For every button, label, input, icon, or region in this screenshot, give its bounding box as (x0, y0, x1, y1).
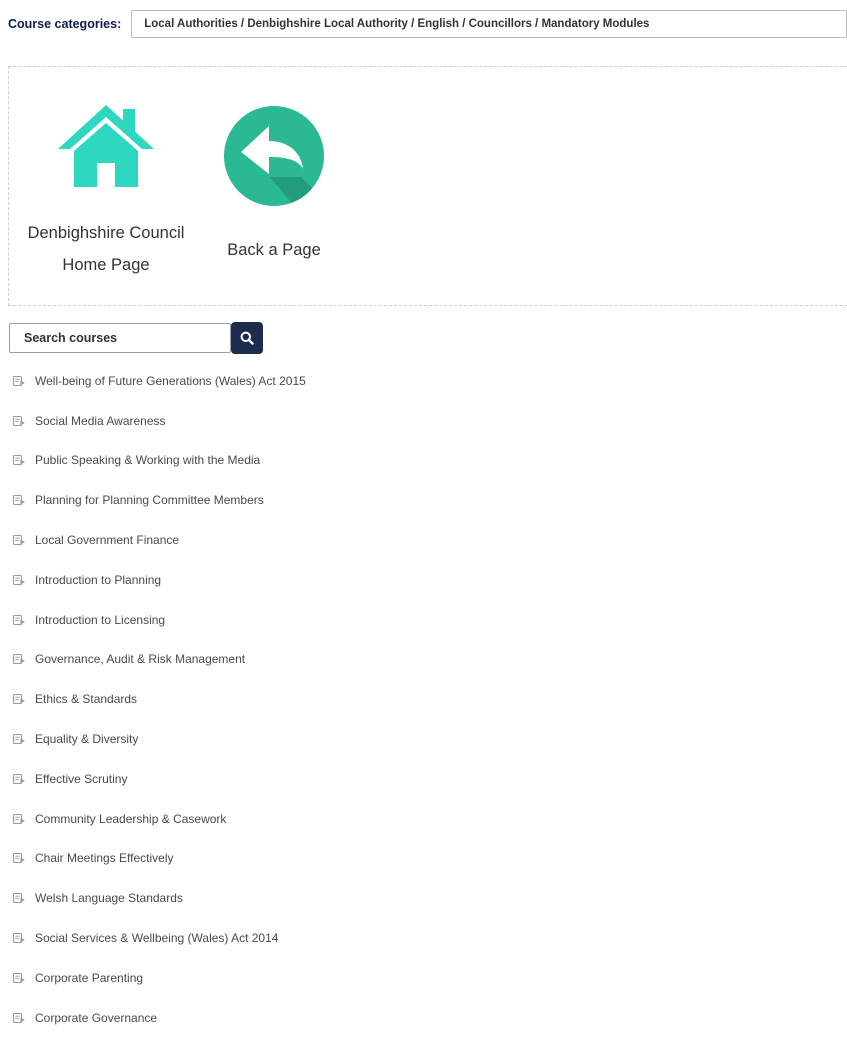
list-item: Effective Scrutiny (12, 759, 306, 799)
course-icon (12, 851, 26, 865)
course-icon (12, 533, 26, 547)
back-page-tile-label: Back a Page (214, 234, 334, 266)
course-category-bar: Course categories: Local Authorities / D… (8, 10, 847, 38)
list-item: Social Services & Wellbeing (Wales) Act … (12, 918, 306, 958)
course-icon (12, 772, 26, 786)
course-category-select[interactable]: Local Authorities / Denbighshire Local A… (131, 10, 847, 38)
list-item: Equality & Diversity (12, 719, 306, 759)
search-courses-input[interactable] (9, 323, 231, 353)
back-arrow-icon (224, 106, 324, 206)
home-page-tile-label: Denbighshire Council Home Page (11, 217, 201, 281)
search-button[interactable] (231, 322, 263, 354)
list-item: Introduction to Planning (12, 560, 306, 600)
course-icon (12, 573, 26, 587)
list-item: Well-being of Future Generations (Wales)… (12, 361, 306, 401)
course-link[interactable]: Effective Scrutiny (35, 772, 127, 786)
course-link[interactable]: Governance, Audit & Risk Management (35, 652, 245, 666)
course-icon (12, 891, 26, 905)
course-icon (12, 931, 26, 945)
course-link[interactable]: Equality & Diversity (35, 732, 138, 746)
list-item: Introduction to Licensing (12, 600, 306, 640)
course-link[interactable]: Planning for Planning Committee Members (35, 493, 264, 507)
course-link[interactable]: Ethics & Standards (35, 692, 137, 706)
course-link[interactable]: Chair Meetings Effectively (35, 851, 174, 865)
home-page-tile[interactable]: Denbighshire Council Home Page (11, 103, 201, 281)
course-icon (12, 613, 26, 627)
house-icon (58, 105, 154, 187)
list-item: Public Speaking & Working with the Media (12, 441, 306, 481)
back-page-tile[interactable]: Back a Page (214, 105, 334, 266)
list-item: Corporate Governance (12, 998, 306, 1038)
search-icon (240, 331, 254, 345)
list-item: Corporate Parenting (12, 958, 306, 998)
list-item: Local Government Finance (12, 520, 306, 560)
course-icon (12, 374, 26, 388)
quick-links-panel: Denbighshire Council Home Page Back a Pa… (8, 66, 847, 306)
course-categories-label: Course categories: (8, 17, 122, 31)
course-icon (12, 971, 26, 985)
course-link[interactable]: Well-being of Future Generations (Wales)… (35, 374, 306, 388)
course-icon (12, 453, 26, 467)
list-item: Governance, Audit & Risk Management (12, 640, 306, 680)
course-icon (12, 732, 26, 746)
course-link[interactable]: Social Media Awareness (35, 414, 166, 428)
list-item: Ethics & Standards (12, 679, 306, 719)
course-search-form (9, 322, 263, 354)
course-link[interactable]: Local Government Finance (35, 533, 179, 547)
course-link[interactable]: Introduction to Planning (35, 573, 161, 587)
back-page-label: Back a Page (227, 241, 321, 259)
course-icon (12, 652, 26, 666)
home-page-label-line1: Denbighshire Council (27, 224, 185, 242)
course-link[interactable]: Introduction to Licensing (35, 613, 165, 627)
list-item: Chair Meetings Effectively (12, 839, 306, 879)
course-icon (12, 493, 26, 507)
course-list: Well-being of Future Generations (Wales)… (12, 361, 306, 1038)
home-page-label-line2: Home Page (62, 256, 150, 274)
course-icon (12, 692, 26, 706)
list-item: Community Leadership & Casework (12, 799, 306, 839)
list-item: Social Media Awareness (12, 401, 306, 441)
course-link[interactable]: Community Leadership & Casework (35, 812, 226, 826)
course-link[interactable]: Welsh Language Standards (35, 891, 183, 905)
list-item: Welsh Language Standards (12, 878, 306, 918)
course-link[interactable]: Public Speaking & Working with the Media (35, 453, 260, 467)
list-item: Planning for Planning Committee Members (12, 480, 306, 520)
course-icon (12, 414, 26, 428)
course-link[interactable]: Social Services & Wellbeing (Wales) Act … (35, 931, 278, 945)
course-icon (12, 812, 26, 826)
course-link[interactable]: Corporate Parenting (35, 971, 143, 985)
